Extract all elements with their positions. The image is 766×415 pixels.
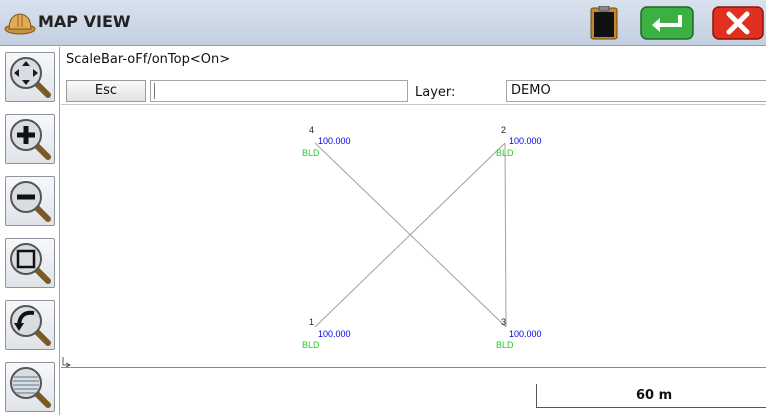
point-number: 3: [501, 317, 506, 327]
esc-button[interactable]: Esc: [66, 80, 146, 102]
enter-button[interactable]: [640, 6, 694, 40]
point-number: 1: [309, 317, 314, 327]
zoom-extents-button[interactable]: [5, 362, 55, 412]
pan-button[interactable]: [5, 52, 55, 102]
close-button[interactable]: [712, 6, 764, 40]
point-elevation: 100.000: [509, 136, 542, 146]
map-lines: [314, 142, 507, 328]
zoom-extents-icon: [10, 367, 51, 408]
point-3[interactable]: 3 100.000 BLD: [496, 317, 542, 350]
zoom-in-icon: [10, 119, 51, 160]
point-1[interactable]: 1 100.000 BLD: [302, 317, 351, 350]
point-code: BLD: [496, 340, 514, 350]
zoom-out-icon: [10, 181, 51, 222]
zoom-previous-icon: [10, 305, 51, 346]
point-4[interactable]: 4 100.000 BLD: [302, 125, 351, 158]
point-elevation: 100.000: [318, 329, 351, 339]
zoom-in-button[interactable]: [5, 114, 55, 164]
zoom-out-button[interactable]: [5, 176, 55, 226]
coordinate-axis-icon: [62, 357, 71, 367]
close-icon: [712, 6, 764, 40]
point-elevation: 100.000: [318, 136, 351, 146]
command-prompt: ScaleBar-oFf/onTop<On>: [66, 52, 231, 67]
map-canvas[interactable]: 4 100.000 BLD 2 100.000 BLD 1 100.000 BL…: [61, 105, 766, 367]
zoom-window-button[interactable]: [5, 238, 55, 288]
zoom-previous-button[interactable]: [5, 300, 55, 350]
point-elevation: 100.000: [509, 329, 542, 339]
zoom-window-icon: [10, 243, 51, 284]
point-code: BLD: [302, 148, 320, 158]
clipboard-icon: [590, 5, 618, 40]
point-2[interactable]: 2 100.000 BLD: [496, 125, 542, 158]
scale-label: 60 m: [636, 388, 673, 403]
point-number: 4: [309, 125, 314, 135]
layer-label: Layer:: [415, 85, 456, 100]
command-input[interactable]: [150, 80, 408, 102]
point-code: BLD: [496, 148, 514, 158]
point-number: 2: [501, 125, 506, 135]
hardhat-icon: [4, 13, 36, 35]
pan-icon: [10, 57, 51, 98]
clipboard-button[interactable]: [582, 5, 626, 40]
title-bar: MAP VIEW: [0, 0, 766, 46]
map-toolbar: [0, 47, 60, 415]
layer-field[interactable]: DEMO: [506, 80, 766, 102]
enter-icon: [640, 6, 694, 40]
map-border: [61, 367, 766, 368]
point-code: BLD: [302, 340, 320, 350]
line-2-3: [504, 142, 507, 328]
window-title: MAP VIEW: [38, 12, 131, 31]
